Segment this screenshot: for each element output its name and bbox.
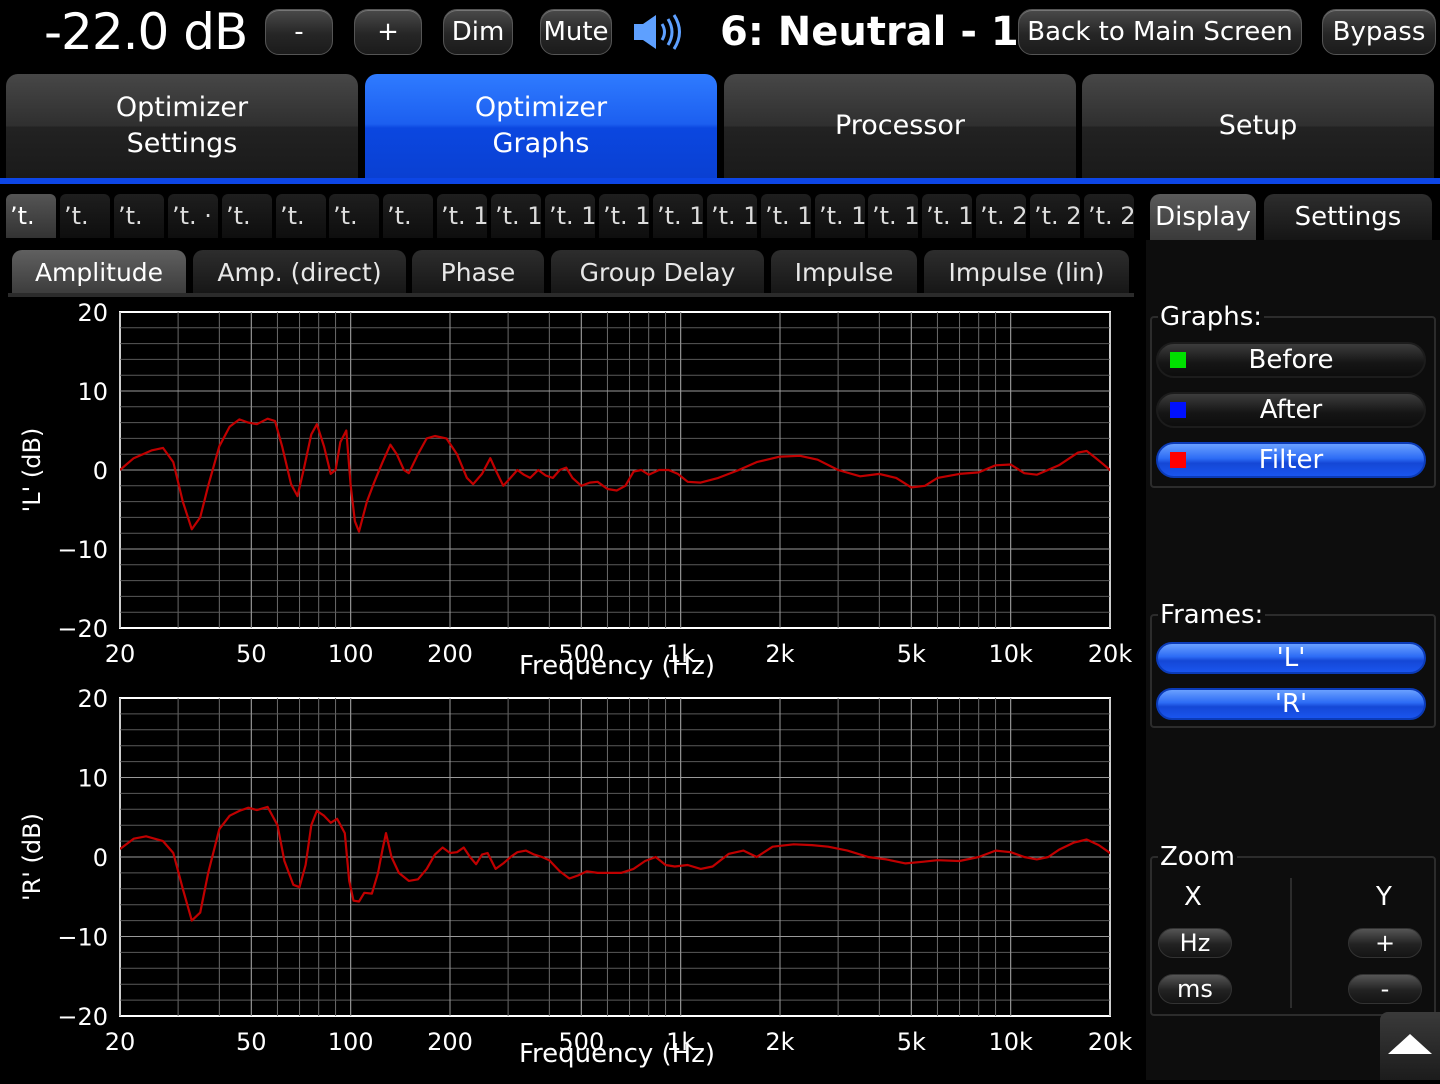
tab-phase[interactable]: Phase xyxy=(412,250,544,296)
output-tab-5[interactable]: ʼt. xyxy=(222,194,272,238)
output-tab-7[interactable]: ʼt. xyxy=(329,194,379,238)
tab-optimizer-settings[interactable]: Optimizer Settings xyxy=(6,74,358,178)
y-axis-label: 'L' (dB) xyxy=(18,428,46,513)
x-tick-label: 200 xyxy=(427,640,473,668)
x-tick-label: 200 xyxy=(427,1028,473,1056)
output-tab-18[interactable]: ʼt. 1 xyxy=(922,194,972,238)
red-swatch-icon xyxy=(1170,452,1186,468)
output-tab-2[interactable]: ʼt. xyxy=(60,194,110,238)
up-arrow-icon xyxy=(1388,1034,1432,1054)
output-tab-9[interactable]: ʼt. 1 xyxy=(437,194,487,238)
tab-amp-direct[interactable]: Amp. (direct) xyxy=(193,250,406,296)
volume-down-button[interactable]: - xyxy=(265,9,333,55)
frame-toggle-l[interactable]: 'L' xyxy=(1156,642,1426,674)
output-tab-14[interactable]: ʼt. 1 xyxy=(707,194,757,238)
output-tab-3[interactable]: ʼt. xyxy=(114,194,164,238)
x-tick-label: 2k xyxy=(765,1028,794,1056)
scroll-up-button[interactable] xyxy=(1380,1012,1440,1080)
tab-impulse-lin[interactable]: Impulse (lin) xyxy=(924,250,1129,296)
y-axis-label: 'R' (dB) xyxy=(18,813,46,901)
back-to-main-screen-button[interactable]: Back to Main Screen xyxy=(1018,9,1302,55)
x-tick-label: 5k xyxy=(897,640,926,668)
tab-optimizer-graphs[interactable]: Optimizer Graphs xyxy=(365,74,717,178)
x-axis-label: Frequency (Hz) xyxy=(519,1039,715,1069)
y-tick-label: 20 xyxy=(77,299,108,327)
x-tick-label: 20k xyxy=(1088,640,1133,668)
x-tick-label: 100 xyxy=(328,640,374,668)
output-tab-15[interactable]: ʼt. 1 xyxy=(761,194,811,238)
tab-underline xyxy=(0,178,1440,184)
graph-toggle-filter[interactable]: Filter xyxy=(1156,442,1426,478)
zoom-y-in-button[interactable]: + xyxy=(1348,928,1422,958)
graph-toggle-label: After xyxy=(1259,395,1323,425)
tab-group-delay[interactable]: Group Delay xyxy=(551,250,764,296)
green-swatch-icon xyxy=(1170,352,1186,368)
amplitude-charts: 20 50 100 200 500 1k 2k 5k 10k 20k−20−1001020'L' … xyxy=(18,299,1133,1069)
tab-processor[interactable]: Processor xyxy=(724,74,1076,178)
bypass-button[interactable]: Bypass xyxy=(1322,9,1436,55)
x-tick-label: 50 xyxy=(236,640,267,668)
output-tab-21[interactable]: ʼt. 2 xyxy=(1084,194,1134,238)
y-tick-label: 0 xyxy=(93,457,108,485)
x-tick-label: 100 xyxy=(328,1028,374,1056)
zoom-x-hz-button[interactable]: Hz xyxy=(1158,928,1232,958)
tab-impulse[interactable]: Impulse xyxy=(771,250,917,296)
output-tab-6[interactable]: ʼt. xyxy=(276,194,326,238)
graph-toggle-after[interactable]: After xyxy=(1156,392,1426,428)
zoom-x-ms-button[interactable]: ms xyxy=(1158,974,1232,1004)
graph-toggle-before[interactable]: Before xyxy=(1156,342,1426,378)
y-tick-label: 0 xyxy=(93,844,108,872)
tab-setup[interactable]: Setup xyxy=(1082,74,1434,178)
y-tick-label: −10 xyxy=(57,536,108,564)
dim-button[interactable]: Dim xyxy=(443,9,513,55)
graph-tab-underline xyxy=(8,293,1134,297)
x-tick-label: 20 xyxy=(105,640,136,668)
zoom-y-out-button[interactable]: - xyxy=(1348,974,1422,1004)
y-tick-label: 20 xyxy=(77,685,108,713)
volume-readout: -22.0 dB xyxy=(44,3,248,61)
output-tab-20[interactable]: ʼt. 2 xyxy=(1030,194,1080,238)
tab-display[interactable]: Display xyxy=(1150,194,1256,240)
zoom-divider xyxy=(1290,878,1292,1008)
top-bar: -22.0 dB - + Dim Mute 6: Neutral - 153 B… xyxy=(0,0,1440,66)
output-tab-16[interactable]: ʼt. 1 xyxy=(815,194,865,238)
x-tick-label: 10k xyxy=(988,640,1033,668)
y-tick-label: −20 xyxy=(57,615,108,643)
graph-toggle-label: Filter xyxy=(1258,445,1324,475)
zoom-legend: Zoom xyxy=(1160,842,1235,872)
output-tab-13[interactable]: ʼt. 1· xyxy=(653,194,703,238)
output-tab-1[interactable]: ʼt. xyxy=(6,194,56,238)
x-tick-label: 20k xyxy=(1088,1028,1133,1056)
output-tab-4[interactable]: ʼt. · xyxy=(168,194,218,238)
output-tab-19[interactable]: ʼt. 2 xyxy=(976,194,1026,238)
output-tab-10[interactable]: ʼt. 1 xyxy=(491,194,541,238)
graph-toggle-label: Before xyxy=(1248,345,1334,375)
mute-button[interactable]: Mute xyxy=(540,9,612,55)
output-tab-12[interactable]: ʼt. 1 xyxy=(599,194,649,238)
output-tab-8[interactable]: ʼt. xyxy=(383,194,433,238)
zoom-y-label: Y xyxy=(1376,882,1392,912)
x-tick-label: 50 xyxy=(236,1028,267,1056)
y-tick-label: 10 xyxy=(77,378,108,406)
x-tick-label: 5k xyxy=(897,1028,926,1056)
zoom-x-label: X xyxy=(1184,882,1202,912)
frame-toggle-r[interactable]: 'R' xyxy=(1156,688,1426,720)
speaker-icon[interactable] xyxy=(630,12,688,52)
output-tab-11[interactable]: ʼt. 1 xyxy=(545,194,595,238)
y-tick-label: −20 xyxy=(57,1003,108,1031)
output-tab-17[interactable]: ʼt. 1 xyxy=(868,194,918,238)
x-tick-label: 2k xyxy=(765,640,794,668)
frames-legend: Frames: xyxy=(1160,600,1264,630)
blue-swatch-icon xyxy=(1170,402,1186,418)
y-tick-label: −10 xyxy=(57,924,108,952)
tab-settings[interactable]: Settings xyxy=(1264,194,1432,240)
x-axis-label: Frequency (Hz) xyxy=(519,651,715,681)
graphs-legend: Graphs: xyxy=(1160,302,1263,332)
tab-amplitude[interactable]: Amplitude xyxy=(12,250,186,296)
y-tick-label: 10 xyxy=(77,765,108,793)
volume-up-button[interactable]: + xyxy=(354,9,422,55)
x-tick-label: 10k xyxy=(988,1028,1033,1056)
x-tick-label: 20 xyxy=(105,1028,136,1056)
